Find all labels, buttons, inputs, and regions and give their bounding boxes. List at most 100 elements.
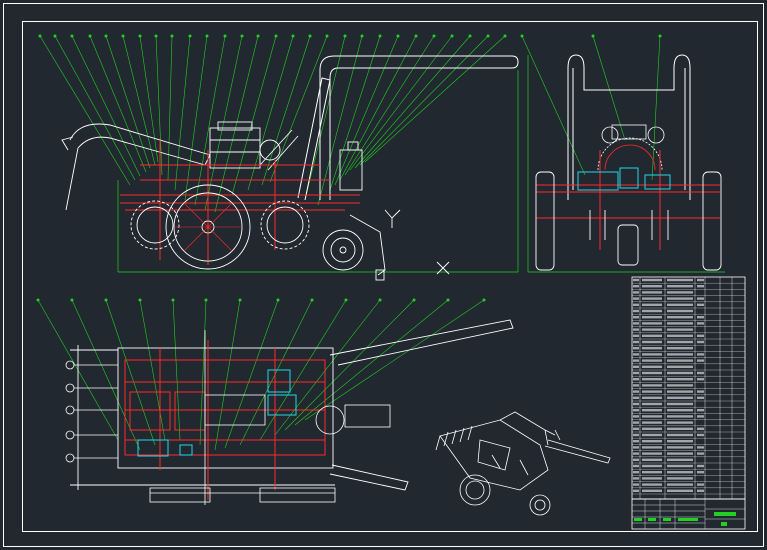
bom-cell-text xyxy=(642,421,662,424)
bom-cell-text xyxy=(667,365,693,368)
bom-cell-text xyxy=(667,291,693,294)
bom-cell-text xyxy=(697,396,704,399)
bom-cell-text xyxy=(633,303,639,306)
cad-drawing-canvas xyxy=(3,3,764,547)
front-view-handles xyxy=(567,54,691,200)
side-view-leader-lines xyxy=(39,35,506,213)
bom-cell-text xyxy=(667,446,693,449)
bom-cell-text xyxy=(697,353,704,356)
top-view-frame xyxy=(70,345,335,490)
bom-cell-text xyxy=(667,322,693,325)
bom-cell-text xyxy=(633,421,639,424)
bom-cell-text xyxy=(633,427,639,430)
front-view-axle xyxy=(536,150,720,250)
bom-cell-text xyxy=(642,328,662,331)
bom-cell-text xyxy=(633,471,639,474)
bom-cell-text xyxy=(642,396,662,399)
bom-cell-text xyxy=(642,278,662,282)
bom-cell-text xyxy=(642,464,662,468)
side-view-front-attach xyxy=(339,141,450,281)
bom-cell-text xyxy=(642,452,662,455)
top-view-leaders xyxy=(37,299,485,451)
bom-cell-text xyxy=(642,365,662,368)
bom-cell-text xyxy=(633,384,639,387)
bom-table xyxy=(631,276,746,500)
front-view-leaders xyxy=(521,35,661,181)
bom-cell-text xyxy=(633,316,639,319)
bom-cell-text xyxy=(633,285,639,288)
bom-cell-text xyxy=(667,421,693,424)
bom-cell-text xyxy=(633,309,639,313)
bom-cell-text xyxy=(642,483,662,486)
front-view-outline xyxy=(527,55,725,273)
bom-cell-text xyxy=(667,297,693,300)
side-view-spokes xyxy=(174,193,242,261)
bom-cell-text xyxy=(667,489,693,492)
title-stamp-small xyxy=(721,522,727,526)
bom-cell-text xyxy=(633,365,639,368)
bom-cell-text xyxy=(642,402,662,406)
bom-cell-text xyxy=(642,347,662,350)
bom-cell-text xyxy=(667,409,693,412)
side-view-frame xyxy=(120,140,360,265)
top-view xyxy=(36,298,514,505)
bom-cell-text xyxy=(633,458,639,461)
bom-cell-text xyxy=(667,378,693,381)
bom-cell-text xyxy=(633,359,639,362)
bom-cell-text xyxy=(642,309,662,313)
bom-cell-text xyxy=(633,464,639,468)
bom-cell-text xyxy=(697,452,704,455)
bom-cell-text xyxy=(633,489,639,492)
bom-cell-text xyxy=(633,452,639,455)
bom-cell-text xyxy=(697,322,704,325)
isometric-view xyxy=(435,411,611,516)
bom-cell-text xyxy=(667,440,693,443)
front-view-cyan-parts xyxy=(577,167,671,191)
bom-cell-text xyxy=(697,390,704,393)
side-view-rake-arm xyxy=(61,123,211,211)
bom-cell-text xyxy=(633,322,639,325)
top-view-cyan-parts xyxy=(137,369,297,457)
side-view xyxy=(38,34,519,281)
bom-cell-text xyxy=(642,297,662,300)
bom-cell-text xyxy=(667,359,693,362)
bom-cell-text xyxy=(697,427,704,430)
bom-cell-text xyxy=(633,291,639,294)
bom-cell-text xyxy=(667,477,693,480)
bom-text-blocks xyxy=(633,278,704,492)
bom-cell-text xyxy=(642,433,662,437)
bom-cell-text xyxy=(633,402,639,406)
bom-cell-text xyxy=(642,371,662,375)
bom-cell-text xyxy=(633,297,639,300)
bom-cell-text xyxy=(642,359,662,362)
bom-cell-text xyxy=(667,278,693,282)
bom-cell-text xyxy=(667,303,693,306)
bom-cell-text xyxy=(642,477,662,480)
bom-cell-text xyxy=(667,452,693,455)
bom-cell-text xyxy=(697,371,704,375)
bom-cell-text xyxy=(633,278,639,282)
bom-cell-text xyxy=(633,328,639,331)
bom-cell-text xyxy=(633,396,639,399)
bom-cell-text xyxy=(633,347,639,350)
bom-cell-text xyxy=(697,446,704,449)
bom-cell-text xyxy=(667,390,693,393)
bom-cell-text xyxy=(667,384,693,387)
bom-cell-text xyxy=(642,446,662,449)
bom-cell-text xyxy=(697,415,704,418)
bom-cell-text xyxy=(642,458,662,461)
bom-cell-text xyxy=(642,384,662,387)
bom-cell-text xyxy=(697,471,704,474)
bom-cell-text xyxy=(633,371,639,375)
bom-cell-text xyxy=(642,316,662,319)
bom-cell-text xyxy=(667,464,693,468)
bom-cell-text xyxy=(642,340,662,344)
bom-cell-text xyxy=(633,477,639,480)
bom-cell-text xyxy=(642,390,662,393)
side-view-wheels xyxy=(130,184,364,271)
bom-cell-text xyxy=(642,322,662,325)
bom-cell-text xyxy=(667,316,693,319)
bom-cell-text xyxy=(667,415,693,418)
bom-cell-text xyxy=(697,433,704,437)
side-view-handle xyxy=(297,55,519,201)
